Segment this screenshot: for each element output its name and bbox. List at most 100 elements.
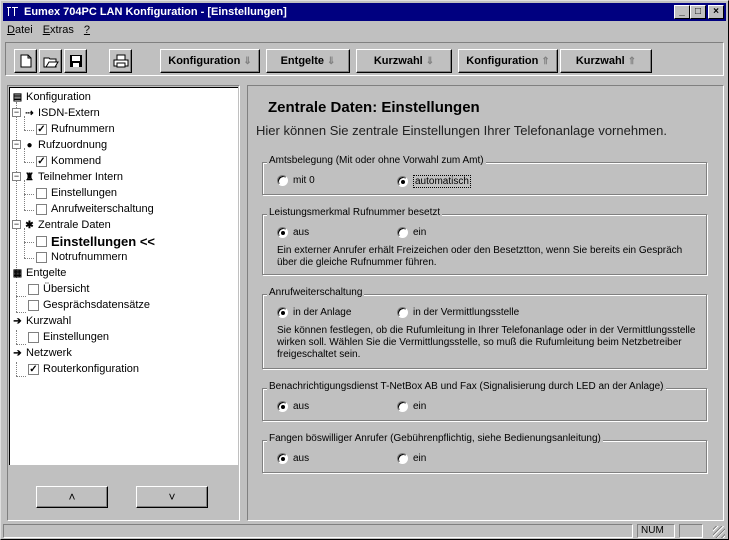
minimize-button[interactable]: _ (674, 5, 690, 19)
tree-item-anrufweiterschaltung[interactable]: Anrufweiterschaltung (36, 201, 154, 217)
nav-konfiguration-up-button[interactable]: Konfiguration ⇑ (458, 49, 558, 73)
tree-item-netzwerk[interactable]: ➔ Netzwerk (12, 345, 72, 361)
status-bar: NUM (3, 523, 726, 539)
tree-item-uebersicht[interactable]: Übersicht (28, 281, 89, 297)
menu-help[interactable]: ? (80, 23, 96, 39)
radio-label: mit 0 (293, 175, 315, 186)
radio-mit-0[interactable]: mit 0 (277, 175, 315, 186)
arrow-up-icon: ⇑ (627, 55, 637, 67)
tree-down-button[interactable]: ˅ (136, 486, 208, 508)
collapse-icon[interactable]: − (12, 140, 21, 149)
checkbox-unchecked-icon[interactable] (36, 187, 47, 199)
group-amtsbelegung: Amtsbelegung (Mit oder ohne Vorwahl zum … (262, 155, 708, 196)
radio-selected-icon (277, 453, 288, 464)
tree-item-label: Entgelte (26, 267, 67, 279)
isdn-icon: ⇢ (25, 107, 34, 119)
nav-button-label: Entgelte (280, 55, 324, 67)
nav-kurzwahl-down-button[interactable]: Kurzwahl ⇓ (356, 49, 452, 73)
group-legend: Benachrichtigungsdienst T-NetBox AB und … (267, 381, 666, 392)
save-disk-icon[interactable] (64, 49, 87, 73)
radio-fangen-ein[interactable]: ein (397, 453, 426, 464)
resize-grip-icon[interactable] (713, 526, 725, 538)
page-subtitle: Hier können Sie zentrale Einstellungen I… (256, 123, 667, 138)
calculator-icon: ▦ (12, 267, 23, 279)
collapse-icon[interactable]: − (12, 108, 21, 117)
app-window: Eumex 704PC LAN Konfiguration - [Einstel… (0, 0, 729, 540)
collapse-icon[interactable]: − (12, 220, 21, 229)
tree-item-zentrale-daten[interactable]: ✱ Zentrale Daten (24, 217, 111, 233)
tree-item-teilnehmer-intern[interactable]: ♜ Teilnehmer Intern (24, 169, 123, 185)
close-button[interactable]: × (708, 5, 724, 19)
radio-label: in der Vermittlungsstelle (413, 307, 520, 318)
radio-icon (397, 227, 408, 238)
config-tree: ▤ Konfiguration − ⇢ ISDN-Extern ✓ Rufnummer… (9, 87, 238, 465)
collapse-icon[interactable]: − (12, 172, 21, 181)
tree-item-label: Netzwerk (26, 347, 72, 359)
group-legend: Fangen böswilliger Anrufer (Gebührenpfli… (267, 433, 603, 444)
nav-entgelte-down-button[interactable]: Entgelte ⇓ (266, 49, 350, 73)
tree-item-konfiguration[interactable]: ▤ Konfiguration (12, 89, 91, 105)
tree-up-button[interactable]: ˄ (36, 486, 108, 508)
arrow-down-icon: ⇓ (425, 55, 435, 67)
radio-selected-icon (277, 307, 288, 318)
group-description: Ein externer Anrufer erhält Freizeichen … (277, 245, 683, 268)
nav-konfiguration-down-button[interactable]: Konfiguration ⇓ (160, 49, 260, 73)
checkbox-unchecked-icon[interactable] (28, 299, 39, 311)
checkbox-checked-icon[interactable]: ✓ (36, 155, 47, 167)
radio-label: aus (293, 453, 310, 464)
radio-icon (277, 175, 288, 186)
menu-extras[interactable]: Extras (39, 23, 80, 39)
tree-item-label: Rufnummern (51, 123, 115, 135)
nav-button-label: Kurzwahl (575, 55, 625, 67)
radio-fangen-aus[interactable]: aus (277, 453, 309, 464)
tree-item-notrufnummern[interactable]: Notrufnummern (36, 249, 127, 265)
radio-icon (397, 453, 408, 464)
maximize-button[interactable]: □ (690, 5, 706, 19)
tree-item-rufzuordnung[interactable]: ● Rufzuordnung (24, 137, 107, 153)
navigation-panel: ▤ Konfiguration − ⇢ ISDN-Extern ✓ Rufnummer… (7, 85, 240, 521)
app-icon (6, 5, 20, 19)
radio-selected-icon (277, 227, 288, 238)
radio-automatisch[interactable]: automatisch (397, 175, 471, 188)
tree-item-isdn-extern[interactable]: ⇢ ISDN-Extern (24, 105, 99, 121)
tree-item-label: Routerkonfiguration (43, 363, 140, 375)
tree-item-einstellungen-current[interactable]: Einstellungen << (36, 233, 155, 249)
tree-item-einstellungen-kurzwahl[interactable]: Einstellungen (28, 329, 109, 345)
menu-datei[interactable]: Datei (3, 23, 39, 39)
checkbox-unchecked-icon[interactable] (36, 235, 47, 247)
radio-label: ein (413, 401, 427, 412)
group-legend: Leistungsmerkmal Rufnummer besetzt (267, 207, 443, 218)
nav-kurzwahl-up-button[interactable]: Kurzwahl ⇑ (560, 49, 652, 73)
tree-item-label: Anrufweiterschaltung (51, 203, 154, 215)
checkbox-checked-icon[interactable]: ✓ (36, 123, 47, 135)
radio-netbox-ein[interactable]: ein (397, 401, 426, 412)
tree-item-routerkonfiguration[interactable]: ✓ Routerkonfiguration (28, 361, 139, 377)
open-folder-icon[interactable] (39, 49, 62, 73)
title-bar: Eumex 704PC LAN Konfiguration - [Einstel… (3, 3, 726, 21)
radio-in-der-anlage[interactable]: in der Anlage (277, 307, 351, 318)
tree-item-label: Zentrale Daten (38, 219, 111, 231)
new-file-icon[interactable] (14, 49, 37, 73)
tree-item-entgelte[interactable]: ▦ Entgelte (12, 265, 67, 281)
radio-besetzt-ein[interactable]: ein (397, 227, 426, 238)
radio-besetzt-aus[interactable]: aus (277, 227, 309, 238)
radio-icon (397, 307, 408, 318)
radio-selected-icon (277, 401, 288, 412)
checkbox-unchecked-icon[interactable] (36, 203, 47, 215)
radio-netbox-aus[interactable]: aus (277, 401, 309, 412)
radio-label: ein (413, 227, 427, 238)
tree-item-kurzwahl[interactable]: ➔ Kurzwahl (12, 313, 71, 329)
tree-item-kommend[interactable]: ✓ Kommend (36, 153, 101, 169)
tree-item-gespraechsdatensaetze[interactable]: Gesprächsdatensätze (28, 297, 150, 313)
checkbox-unchecked-icon[interactable] (36, 251, 47, 263)
checkbox-checked-icon[interactable]: ✓ (28, 363, 39, 375)
group-benachrichtigungsdienst: Benachrichtigungsdienst T-NetBox AB und … (262, 381, 708, 422)
checkbox-unchecked-icon[interactable] (28, 331, 39, 343)
checkbox-unchecked-icon[interactable] (28, 283, 39, 295)
group-legend: Amtsbelegung (Mit oder ohne Vorwahl zum … (267, 155, 486, 166)
tree-item-einstellungen-intern[interactable]: Einstellungen (36, 185, 117, 201)
group-anrufweiterschaltung: Anrufweiterschaltung in der Anlage in de… (262, 287, 708, 370)
radio-in-der-vermittlungsstelle[interactable]: in der Vermittlungsstelle (397, 307, 519, 318)
print-icon[interactable] (109, 49, 132, 73)
tree-item-rufnummern[interactable]: ✓ Rufnummern (36, 121, 115, 137)
